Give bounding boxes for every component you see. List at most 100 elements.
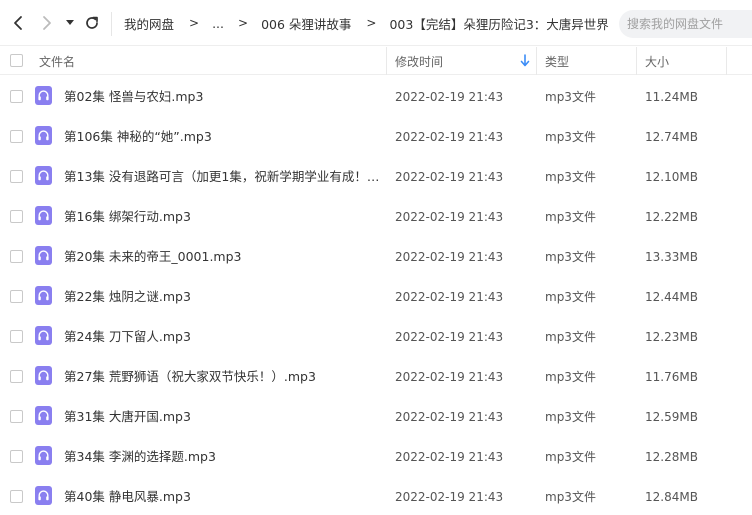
row-checkbox[interactable]	[10, 450, 23, 463]
breadcrumb-item-ellipsis[interactable]: ...	[212, 16, 224, 31]
column-separator[interactable]	[386, 47, 387, 75]
audio-file-icon	[35, 206, 52, 225]
top-navigation-bar: 我的网盘 > ... > 006 朵狸讲故事 > 003【完结】朵狸历险记3：大…	[0, 0, 752, 46]
refresh-icon	[86, 16, 98, 29]
back-button[interactable]	[8, 13, 28, 33]
row-checkbox[interactable]	[10, 290, 23, 303]
audio-file-icon	[35, 86, 52, 105]
breadcrumb-separator: >	[366, 16, 377, 30]
file-type: mp3文件	[545, 370, 596, 384]
select-all-checkbox[interactable]	[10, 54, 23, 67]
file-type: mp3文件	[545, 210, 596, 224]
table-row[interactable]: 第22集 烛阴之谜.mp3 2022-02-19 21:43 mp3文件 12.…	[0, 277, 752, 317]
table-row[interactable]: 第31集 大唐开国.mp3 2022-02-19 21:43 mp3文件 12.…	[0, 397, 752, 437]
breadcrumb-item-folder[interactable]: 006 朵狸讲故事	[261, 14, 351, 33]
file-type: mp3文件	[545, 170, 596, 184]
audio-file-icon	[35, 246, 52, 265]
forward-button[interactable]	[37, 13, 57, 33]
row-checkbox[interactable]	[10, 170, 23, 183]
file-list-header: 文件名 修改时间 类型 大小	[0, 47, 752, 75]
table-row[interactable]: 第24集 刀下留人.mp3 2022-02-19 21:43 mp3文件 12.…	[0, 317, 752, 357]
file-size: 12.10MB	[645, 170, 698, 184]
file-modified-time: 2022-02-19 21:43	[395, 330, 504, 344]
breadcrumb-separator: >	[189, 16, 200, 30]
audio-file-icon	[35, 126, 52, 145]
file-size: 13.33MB	[645, 250, 698, 264]
column-separator[interactable]	[536, 47, 537, 75]
file-name[interactable]: 第20集 未来的帝王_0001.mp3	[64, 237, 382, 277]
chevron-left-icon	[14, 16, 22, 30]
table-row[interactable]: 第40集 静电风暴.mp3 2022-02-19 21:43 mp3文件 12.…	[0, 477, 752, 515]
file-modified-time: 2022-02-19 21:43	[395, 410, 504, 424]
audio-file-icon	[35, 486, 52, 505]
file-modified-time: 2022-02-19 21:43	[395, 490, 504, 504]
file-modified-time: 2022-02-19 21:43	[395, 450, 504, 464]
file-name[interactable]: 第13集 没有退路可言（加更1集，祝新学期学业有成！）....	[64, 157, 382, 197]
table-row[interactable]: 第27集 荒野狮语（祝大家双节快乐！）.mp3 2022-02-19 21:43…	[0, 357, 752, 397]
file-size: 12.59MB	[645, 410, 698, 424]
table-row[interactable]: 第16集 绑架行动.mp3 2022-02-19 21:43 mp3文件 12.…	[0, 197, 752, 237]
column-header-modified[interactable]: 修改时间	[395, 47, 443, 75]
file-type: mp3文件	[545, 490, 596, 504]
audio-file-icon	[35, 166, 52, 185]
file-modified-time: 2022-02-19 21:43	[395, 370, 504, 384]
file-type: mp3文件	[545, 130, 596, 144]
file-type: mp3文件	[545, 330, 596, 344]
file-name[interactable]: 第40集 静电风暴.mp3	[64, 477, 382, 515]
table-row[interactable]: 第02集 怪兽与农妇.mp3 2022-02-19 21:43 mp3文件 11…	[0, 77, 752, 117]
file-name[interactable]: 第106集 神秘的“她”.mp3	[64, 117, 382, 157]
row-checkbox[interactable]	[10, 370, 23, 383]
file-size: 12.22MB	[645, 210, 698, 224]
file-name[interactable]: 第16集 绑架行动.mp3	[64, 197, 382, 237]
audio-file-icon	[35, 366, 52, 385]
file-size: 12.28MB	[645, 450, 698, 464]
chevron-right-icon	[43, 16, 51, 30]
search-input[interactable]	[619, 10, 752, 38]
column-header-name[interactable]: 文件名	[39, 47, 75, 75]
audio-file-icon	[35, 326, 52, 345]
file-name[interactable]: 第31集 大唐开国.mp3	[64, 397, 382, 437]
row-checkbox[interactable]	[10, 210, 23, 223]
column-separator[interactable]	[726, 47, 727, 75]
column-separator[interactable]	[636, 47, 637, 75]
file-type: mp3文件	[545, 250, 596, 264]
toolbar-divider	[111, 12, 112, 36]
caret-down-icon	[66, 20, 74, 25]
row-checkbox[interactable]	[10, 330, 23, 343]
refresh-button[interactable]	[82, 13, 102, 33]
file-name[interactable]: 第02集 怪兽与农妇.mp3	[64, 77, 382, 117]
row-checkbox[interactable]	[10, 130, 23, 143]
file-modified-time: 2022-02-19 21:43	[395, 210, 504, 224]
file-name[interactable]: 第34集 李渊的选择题.mp3	[64, 437, 382, 477]
breadcrumb: 我的网盘 > ... > 006 朵狸讲故事 > 003【完结】朵狸历险记3：大…	[124, 0, 642, 46]
file-size: 12.44MB	[645, 290, 698, 304]
sort-descending-icon[interactable]	[520, 54, 530, 67]
file-name[interactable]: 第27集 荒野狮语（祝大家双节快乐！）.mp3	[64, 357, 382, 397]
row-checkbox[interactable]	[10, 410, 23, 423]
table-row[interactable]: 第20集 未来的帝王_0001.mp3 2022-02-19 21:43 mp3…	[0, 237, 752, 277]
file-name[interactable]: 第24集 刀下留人.mp3	[64, 317, 382, 357]
row-checkbox[interactable]	[10, 490, 23, 503]
breadcrumb-separator: >	[238, 16, 249, 30]
column-header-type[interactable]: 类型	[545, 47, 569, 75]
file-size: 12.23MB	[645, 330, 698, 344]
file-size: 11.76MB	[645, 370, 698, 384]
file-type: mp3文件	[545, 450, 596, 464]
breadcrumb-item-current[interactable]: 003【完结】朵狸历险记3：大唐异世界	[389, 14, 608, 33]
file-size: 11.24MB	[645, 90, 698, 104]
table-row[interactable]: 第13集 没有退路可言（加更1集，祝新学期学业有成！）.... 2022-02-…	[0, 157, 752, 197]
file-modified-time: 2022-02-19 21:43	[395, 90, 504, 104]
file-size: 12.74MB	[645, 130, 698, 144]
file-modified-time: 2022-02-19 21:43	[395, 130, 504, 144]
history-dropdown-button[interactable]	[62, 13, 78, 33]
file-name[interactable]: 第22集 烛阴之谜.mp3	[64, 277, 382, 317]
table-row[interactable]: 第34集 李渊的选择题.mp3 2022-02-19 21:43 mp3文件 1…	[0, 437, 752, 477]
file-size: 12.84MB	[645, 490, 698, 504]
audio-file-icon	[35, 406, 52, 425]
breadcrumb-item-root[interactable]: 我的网盘	[124, 14, 174, 33]
row-checkbox[interactable]	[10, 250, 23, 263]
row-checkbox[interactable]	[10, 90, 23, 103]
column-header-size[interactable]: 大小	[645, 47, 669, 75]
file-modified-time: 2022-02-19 21:43	[395, 250, 504, 264]
table-row[interactable]: 第106集 神秘的“她”.mp3 2022-02-19 21:43 mp3文件 …	[0, 117, 752, 157]
